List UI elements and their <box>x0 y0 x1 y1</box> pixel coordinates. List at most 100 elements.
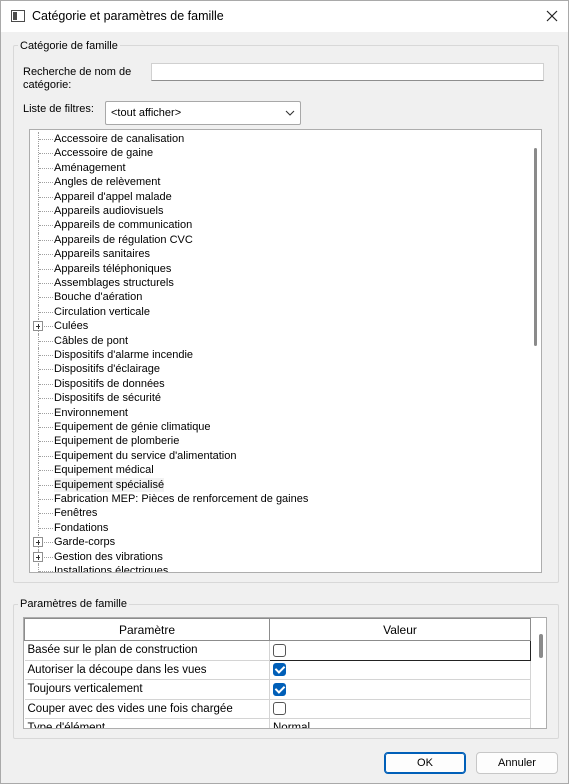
ok-button[interactable]: OK <box>384 752 466 774</box>
expand-plus-icon[interactable] <box>33 537 43 548</box>
tree-item-label: Dispositifs d'éclairage <box>54 363 161 376</box>
tree-item[interactable]: Installations électriques <box>30 564 530 573</box>
tree-item[interactable]: Angles de relèvement <box>30 175 530 190</box>
tree-item[interactable]: Assemblages structurels <box>30 276 530 291</box>
category-tree[interactable]: Installations électriques Gestion des vib… <box>29 129 542 573</box>
parameter-value[interactable] <box>269 679 531 700</box>
tree-item-label: Environnement <box>54 406 128 419</box>
parameter-row[interactable]: Toujours verticalement <box>24 679 531 700</box>
tree-item-label: Equipement médical <box>54 464 154 477</box>
tree-item[interactable]: Equipement de génie climatique <box>30 420 530 435</box>
checkbox-unchecked[interactable] <box>273 643 286 657</box>
parameter-name: Toujours verticalement <box>24 679 270 700</box>
tree-item[interactable]: Equipement médical <box>30 463 530 478</box>
tree-item-label: Appareils audiovisuels <box>54 205 164 217</box>
tree-item-label: Equipement de plomberie <box>54 435 180 448</box>
tree-item-label: Gestion des vibrations <box>54 550 163 563</box>
tree-item-label: Câbles de pont <box>54 334 128 347</box>
title-bar: Catégorie et paramètres de famille <box>1 1 568 32</box>
tree-item-label: Fenêtres <box>54 507 98 520</box>
expand-plus-icon[interactable] <box>33 551 43 562</box>
parameter-name: Couper avec des vides une fois chargée <box>24 699 270 719</box>
parameter-row[interactable]: Autoriser la découpe dans les vues <box>24 660 531 680</box>
tree-item[interactable]: Equipement de plomberie <box>30 434 530 449</box>
tree-item[interactable]: Circulation verticale <box>30 304 530 320</box>
tree-item[interactable]: Fondations <box>30 520 530 536</box>
tree-item[interactable]: Dispositifs de sécurité <box>30 391 530 406</box>
tree-item[interactable]: Garde-corps <box>30 535 530 550</box>
tree-item[interactable]: Appareils de régulation CVC <box>30 232 530 248</box>
window-title: Catégorie et paramètres de famille <box>32 9 224 23</box>
tree-item[interactable]: Appareils sanitaires <box>30 247 530 262</box>
tree-item[interactable]: Environnement <box>30 405 530 420</box>
tree-item[interactable]: Dispositifs d'éclairage <box>30 362 530 377</box>
tree-item[interactable]: Bouche d'aération <box>30 290 530 305</box>
tree-item[interactable]: Accessoire de canalisation <box>30 132 530 147</box>
parameters-header-row: Paramètre Valeur <box>24 618 531 641</box>
grid-scrollbar-thumb[interactable] <box>539 634 543 658</box>
checkbox-checked[interactable] <box>273 682 286 696</box>
tree-item[interactable]: Equipement spécialisé <box>30 477 530 492</box>
tree-item[interactable]: Aménagement <box>30 160 530 176</box>
tree-item-label: Appareils téléphoniques <box>54 262 172 275</box>
dialog-window: Catégorie et paramètres de famille Catég… <box>0 0 569 784</box>
tree-item-label: Accessoire de canalisation <box>54 133 185 145</box>
tree-item[interactable]: Gestion des vibrations <box>30 549 530 564</box>
tree-item-label: Dispositifs d'alarme incendie <box>54 349 194 361</box>
tree-scrollbar-thumb[interactable] <box>534 148 537 346</box>
parameter-value[interactable] <box>269 640 531 661</box>
tree-item-label: Assemblages structurels <box>54 277 174 289</box>
tree-item[interactable]: Câbles de pont <box>30 333 530 348</box>
tree-item[interactable]: Dispositifs d'alarme incendie <box>30 348 530 363</box>
parameters-grid[interactable]: Paramètre Valeur Basée sur le plan de co… <box>23 617 547 729</box>
close-button[interactable] <box>537 4 567 28</box>
column-header-value[interactable]: Valeur <box>269 618 531 641</box>
tree-item[interactable]: Appareils de communication <box>30 218 530 233</box>
category-search-input[interactable] <box>151 63 544 81</box>
parameter-value-text: Normal <box>273 722 311 729</box>
column-header-parameter[interactable]: Paramètre <box>24 618 270 641</box>
parameter-value[interactable] <box>269 660 531 680</box>
tree-item-label: Equipement spécialisé <box>54 477 165 492</box>
tree-item[interactable]: Appareil d'appel malade <box>30 189 530 204</box>
tree-item[interactable]: Appareils audiovisuels <box>30 204 530 219</box>
parameter-row[interactable]: Couper avec des vides une fois chargée <box>24 699 531 719</box>
window-icon <box>11 10 25 22</box>
family-parameters-legend: Paramètres de famille <box>18 598 129 610</box>
parameter-value[interactable] <box>269 699 531 719</box>
tree-item-label: Culées <box>54 320 89 333</box>
expand-plus-icon[interactable] <box>33 321 43 332</box>
tree-item-label: Bouche d'aération <box>54 291 143 304</box>
tree-item-label: Installations électriques <box>54 565 169 573</box>
checkbox-checked[interactable] <box>273 663 286 677</box>
tree-item[interactable]: Culées <box>30 319 530 334</box>
parameter-name: Basée sur le plan de construction <box>24 640 270 661</box>
filter-selected-value: <tout afficher> <box>111 107 182 119</box>
tree-item[interactable]: Dispositifs de données <box>30 376 530 392</box>
parameter-row[interactable]: Basée sur le plan de construction <box>24 640 531 661</box>
tree-item[interactable]: Fenêtres <box>30 506 530 521</box>
chevron-down-icon <box>285 110 295 116</box>
parameter-value[interactable]: Normal <box>269 718 531 729</box>
tree-item-label: Dispositifs de données <box>54 377 165 390</box>
checkbox-unchecked[interactable] <box>273 702 286 716</box>
tree-item-label: Angles de relèvement <box>54 176 161 189</box>
search-label-line2: catégorie: <box>23 79 72 91</box>
tree-item[interactable]: Accessoire de gaine <box>30 146 530 161</box>
tree-item-label: Appareil d'appel malade <box>54 190 172 203</box>
tree-item-label: Equipement du service d'alimentation <box>54 449 237 462</box>
tree-item-label: Garde-corps <box>54 536 116 549</box>
close-icon <box>546 10 558 22</box>
parameter-name: Autoriser la découpe dans les vues <box>24 660 270 680</box>
parameter-row[interactable]: Type d'élément Normal <box>24 718 531 729</box>
filter-list-dropdown[interactable]: <tout afficher> <box>105 101 301 125</box>
tree-item-label: Aménagement <box>54 161 126 174</box>
tree-item[interactable]: Fabrication MEP: Pièces de renforcement … <box>30 492 530 507</box>
tree-item-label: Fondations <box>54 521 109 534</box>
tree-item[interactable]: Equipement du service d'alimentation <box>30 448 530 464</box>
cancel-button[interactable]: Annuler <box>476 752 558 774</box>
tree-scrollbar[interactable] <box>530 130 540 572</box>
tree-item[interactable]: Appareils téléphoniques <box>30 261 530 276</box>
tree-item-label: Equipement de génie climatique <box>54 421 211 433</box>
filter-list-label: Liste de filtres: <box>23 103 94 115</box>
